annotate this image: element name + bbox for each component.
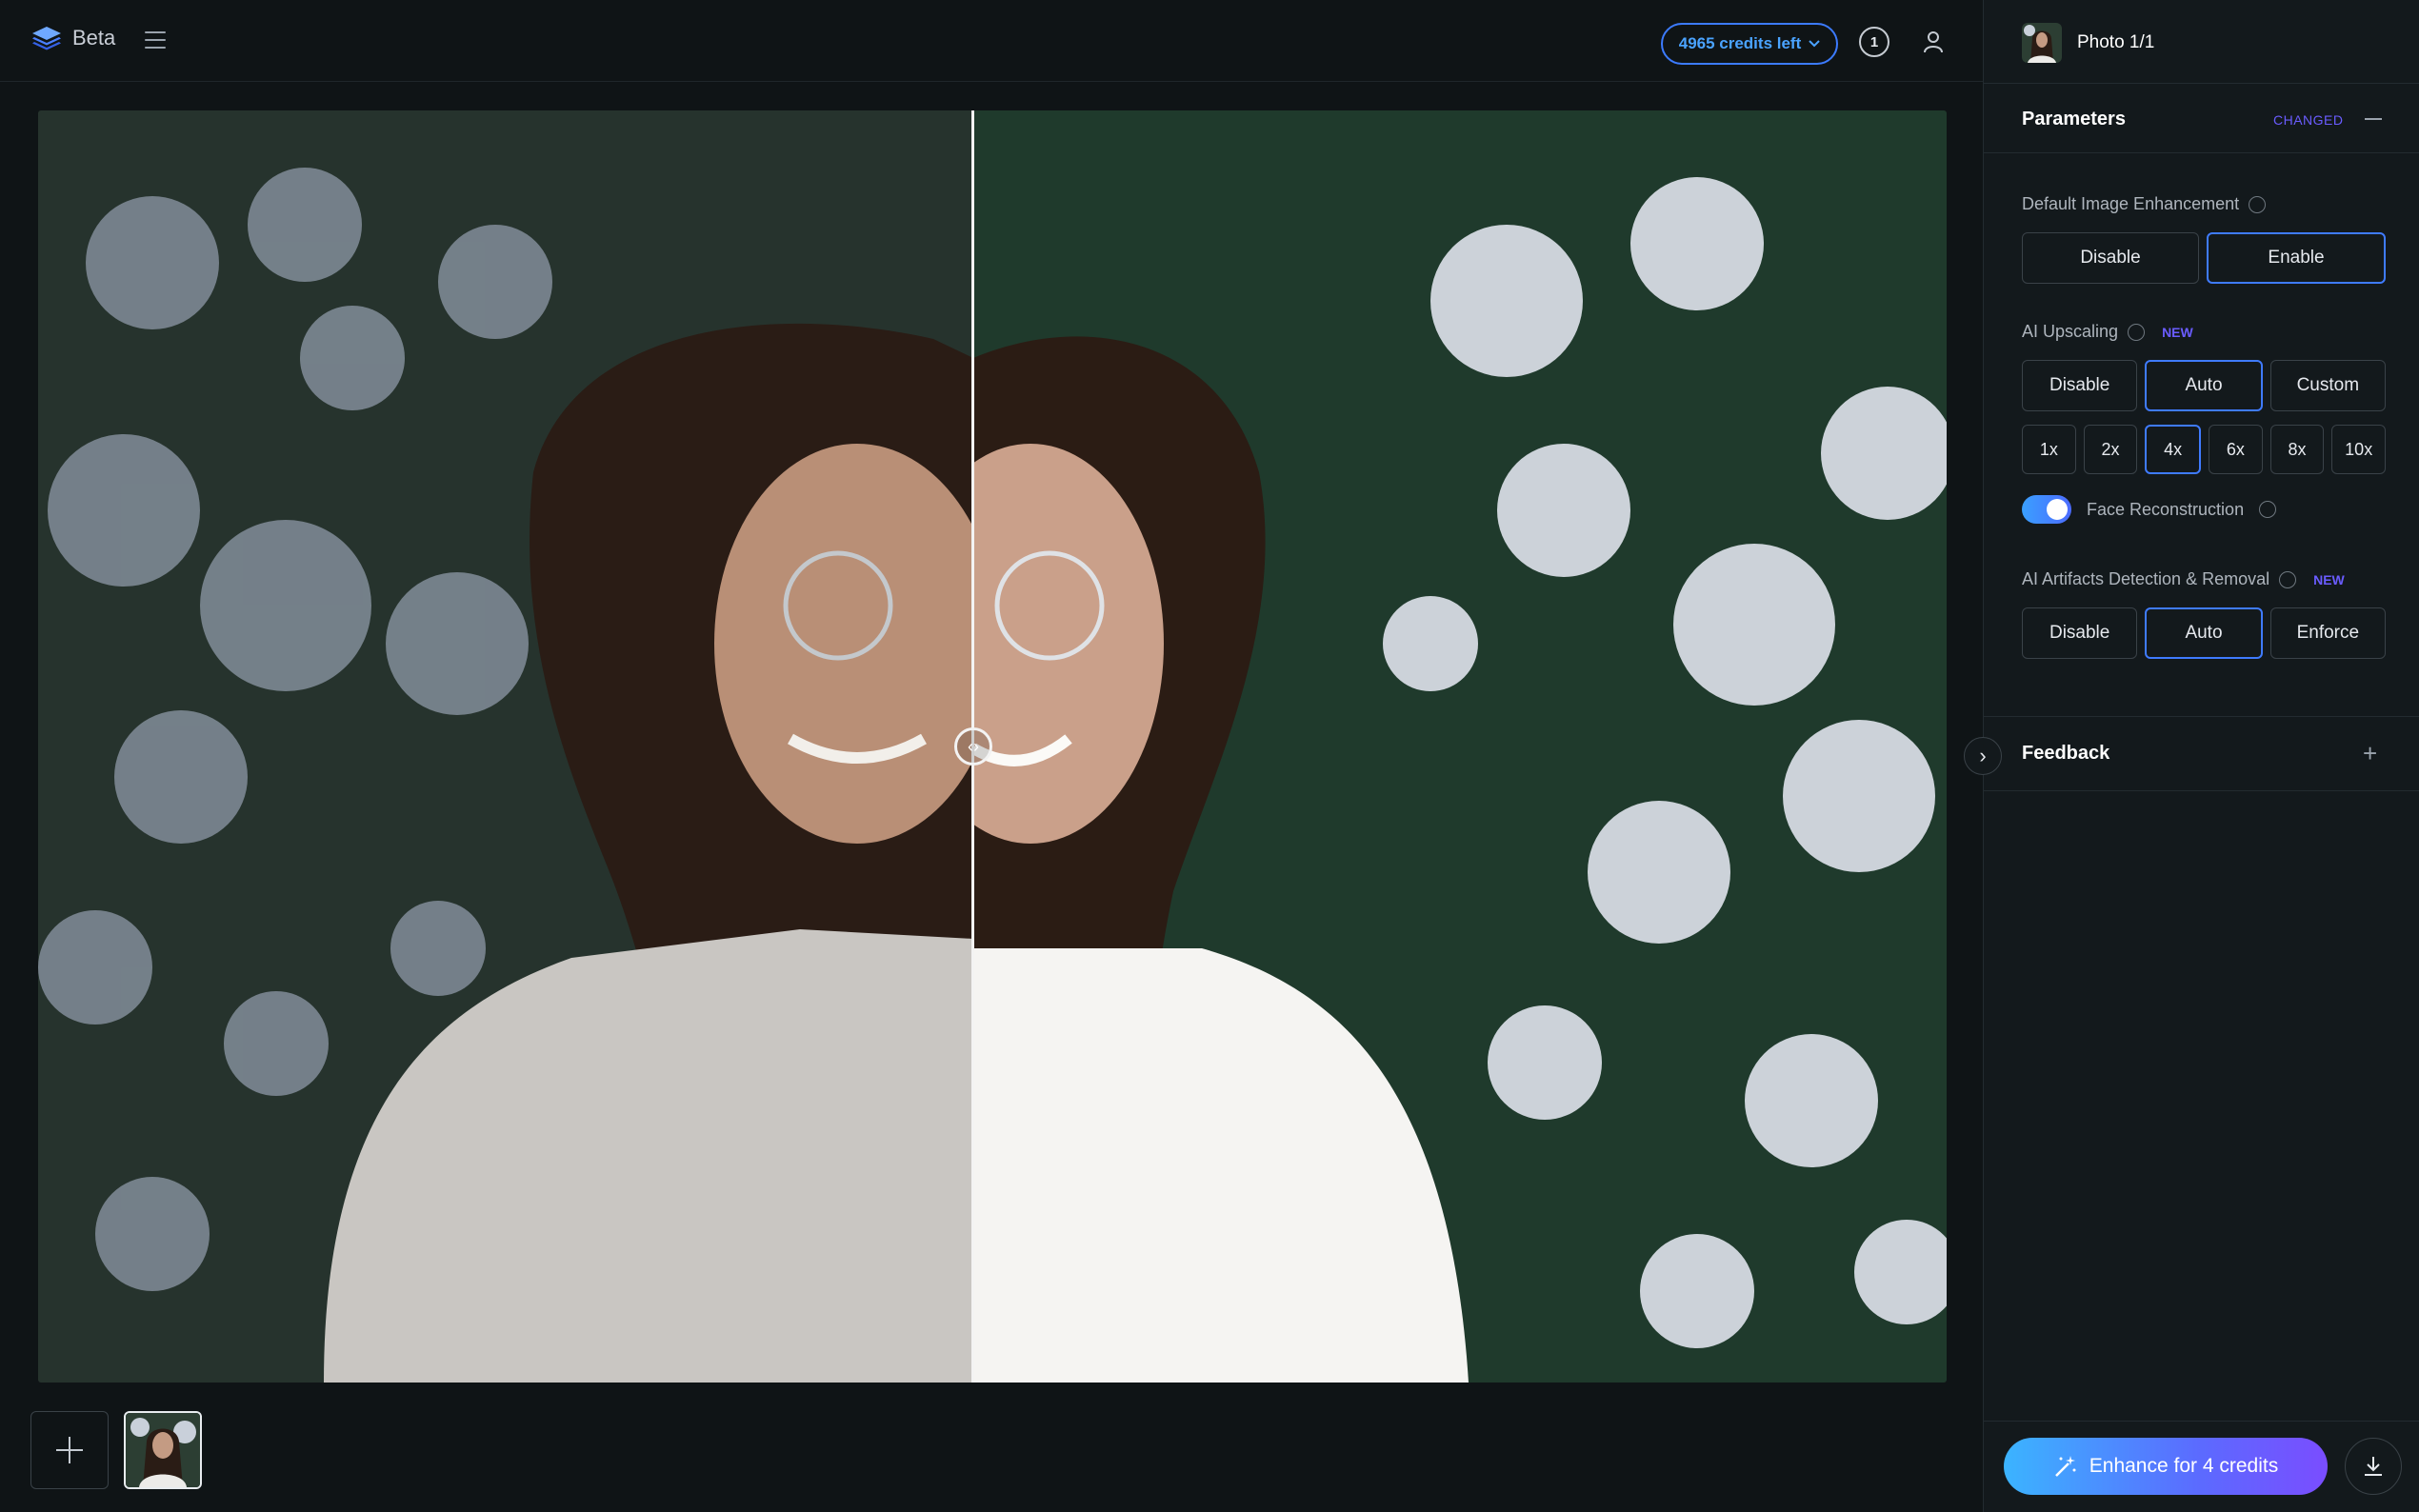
new-tag: NEW (2313, 571, 2345, 587)
photo-counter: Photo 1/1 (2077, 32, 2155, 52)
enhancement-toggle-group: Disable Enable (2022, 232, 2386, 284)
divider (1984, 716, 2419, 717)
magic-wand-icon (2054, 1456, 2076, 1477)
user-icon[interactable] (1918, 27, 1949, 57)
factor-1x-button[interactable]: 1x (2022, 425, 2076, 474)
plus-icon[interactable]: + (2363, 739, 2377, 768)
artifacts-label-text: AI Artifacts Detection & Removal (2022, 569, 2270, 588)
enhancement-label-text: Default Image Enhancement (2022, 194, 2240, 213)
info-icon[interactable] (2279, 570, 2297, 588)
divider (1984, 790, 2419, 791)
thumbnail-strip (0, 1383, 1983, 1512)
stack-logo-icon (32, 27, 61, 50)
face-reconstruction-row: Face Reconstruction (2022, 495, 2277, 524)
compare-handle-icon[interactable]: ‹› (954, 727, 992, 766)
credits-label: 4965 credits left (1678, 34, 1802, 52)
factor-2x-button[interactable]: 2x (2083, 425, 2138, 474)
new-tag: NEW (2162, 324, 2193, 340)
parameters-title[interactable]: Parameters (2022, 109, 2126, 130)
face-reconstruction-toggle[interactable] (2022, 495, 2071, 524)
credits-button[interactable]: 4965 credits left (1661, 23, 1838, 65)
brand-label: Beta (72, 26, 116, 50)
download-icon[interactable] (2345, 1438, 2402, 1495)
enhance-button-label: Enhance for 4 credits (2089, 1455, 2279, 1477)
image-comparison-canvas[interactable]: ‹› (38, 110, 1947, 1383)
upscaling-label: AI Upscaling NEW (2022, 322, 2193, 342)
chevron-down-icon (1809, 40, 1820, 48)
factor-10x-button[interactable]: 10x (2331, 425, 2387, 474)
artifacts-enforce-button[interactable]: Enforce (2269, 607, 2386, 659)
panel-header: Photo 1/1 (1984, 0, 2419, 84)
info-icon[interactable] (2249, 195, 2267, 213)
enhancement-label: Default Image Enhancement (2022, 194, 2267, 214)
upscaling-factor-group: 1x 2x 4x 6x 8x 10x (2022, 425, 2387, 474)
divider (1984, 152, 2419, 153)
enhance-button[interactable]: Enhance for 4 credits (2004, 1438, 2328, 1495)
artifacts-disable-button[interactable]: Disable (2022, 607, 2138, 659)
face-reconstruction-label: Face Reconstruction (2087, 499, 2245, 519)
info-icon[interactable] (2128, 323, 2146, 341)
parameters-panel: Photo 1/1 Parameters CHANGED Default Ima… (1983, 0, 2419, 1512)
hamburger-menu-icon[interactable] (145, 27, 171, 53)
info-icon[interactable] (2259, 501, 2277, 518)
divider (1983, 1421, 2419, 1422)
upscaling-mode-group: Disable Auto Custom (2022, 360, 2386, 411)
upscaling-auto-button[interactable]: Auto (2145, 360, 2263, 411)
add-photo-button[interactable] (30, 1411, 109, 1489)
original-photo (38, 110, 973, 1383)
collapse-icon[interactable] (2365, 118, 2382, 120)
enhancement-disable-button[interactable]: Disable (2022, 232, 2199, 284)
plus-icon (56, 1437, 83, 1463)
upscaling-disable-button[interactable]: Disable (2022, 360, 2138, 411)
photo-thumbnail[interactable] (124, 1411, 202, 1489)
artifacts-label: AI Artifacts Detection & Removal NEW (2022, 569, 2345, 589)
top-bar: Beta 4965 credits left 1 (0, 0, 1983, 82)
changed-badge: CHANGED (2273, 112, 2344, 128)
factor-6x-button[interactable]: 6x (2209, 425, 2263, 474)
photo-avatar (2022, 23, 2062, 63)
artifacts-group: Disable Auto Enforce (2022, 607, 2386, 659)
notification-icon[interactable]: 1 (1859, 27, 1889, 57)
notification-count: 1 (1869, 33, 1879, 50)
feedback-title[interactable]: Feedback (2022, 743, 2109, 765)
factor-8x-button[interactable]: 8x (2269, 425, 2325, 474)
upscaling-label-text: AI Upscaling (2022, 322, 2119, 341)
artifacts-auto-button[interactable]: Auto (2145, 607, 2263, 659)
app-logo[interactable]: Beta (30, 25, 115, 51)
enhanced-photo (973, 110, 1947, 1383)
enhancement-enable-button[interactable]: Enable (2207, 232, 2386, 284)
factor-4x-button[interactable]: 4x (2145, 425, 2202, 474)
chevron-right-icon[interactable]: › (1964, 737, 2002, 775)
upscaling-custom-button[interactable]: Custom (2269, 360, 2386, 411)
